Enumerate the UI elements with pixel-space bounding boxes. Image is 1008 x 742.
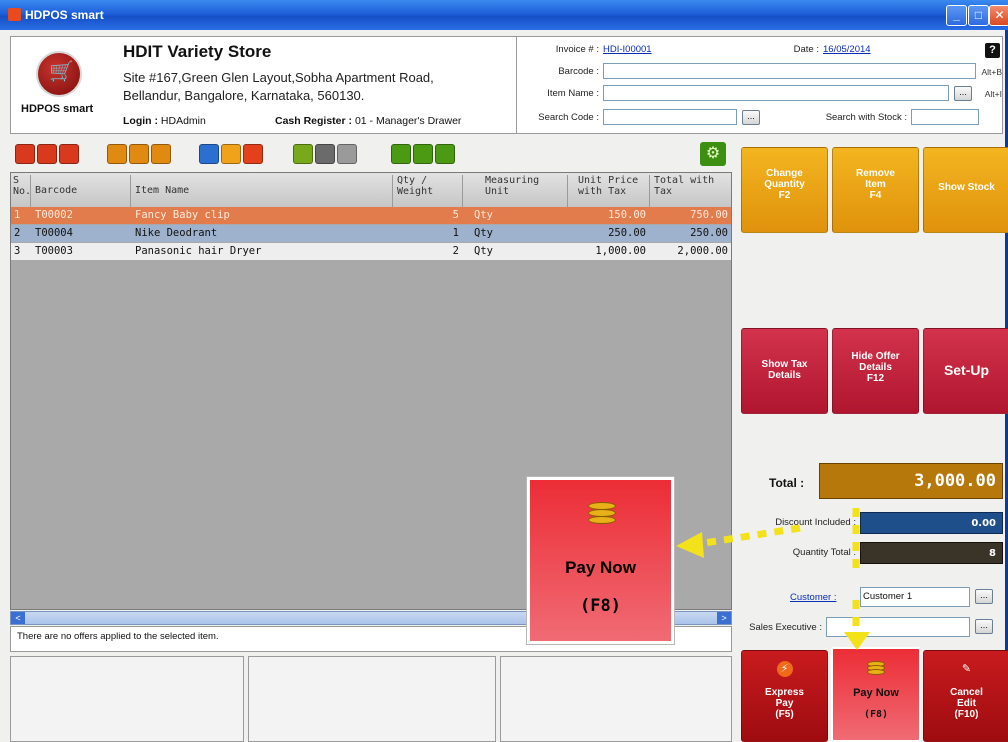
annotation-arrows xyxy=(676,508,870,650)
pos-window: HDPOS smart _ □ ✕ 🛒 HDPOS smart HDIT Var… xyxy=(0,0,1008,742)
zoom-pay-now-shortcut: (F8) xyxy=(580,596,621,616)
pay-now-zoom-callout: Pay Now (F8) xyxy=(526,476,675,645)
arrow-horizontal xyxy=(697,524,801,548)
zoom-coins-icon xyxy=(588,502,616,526)
arrow-head-down-icon xyxy=(844,632,870,650)
arrow-head-left-icon xyxy=(676,532,704,558)
zoom-pay-now-label: Pay Now xyxy=(565,558,636,577)
